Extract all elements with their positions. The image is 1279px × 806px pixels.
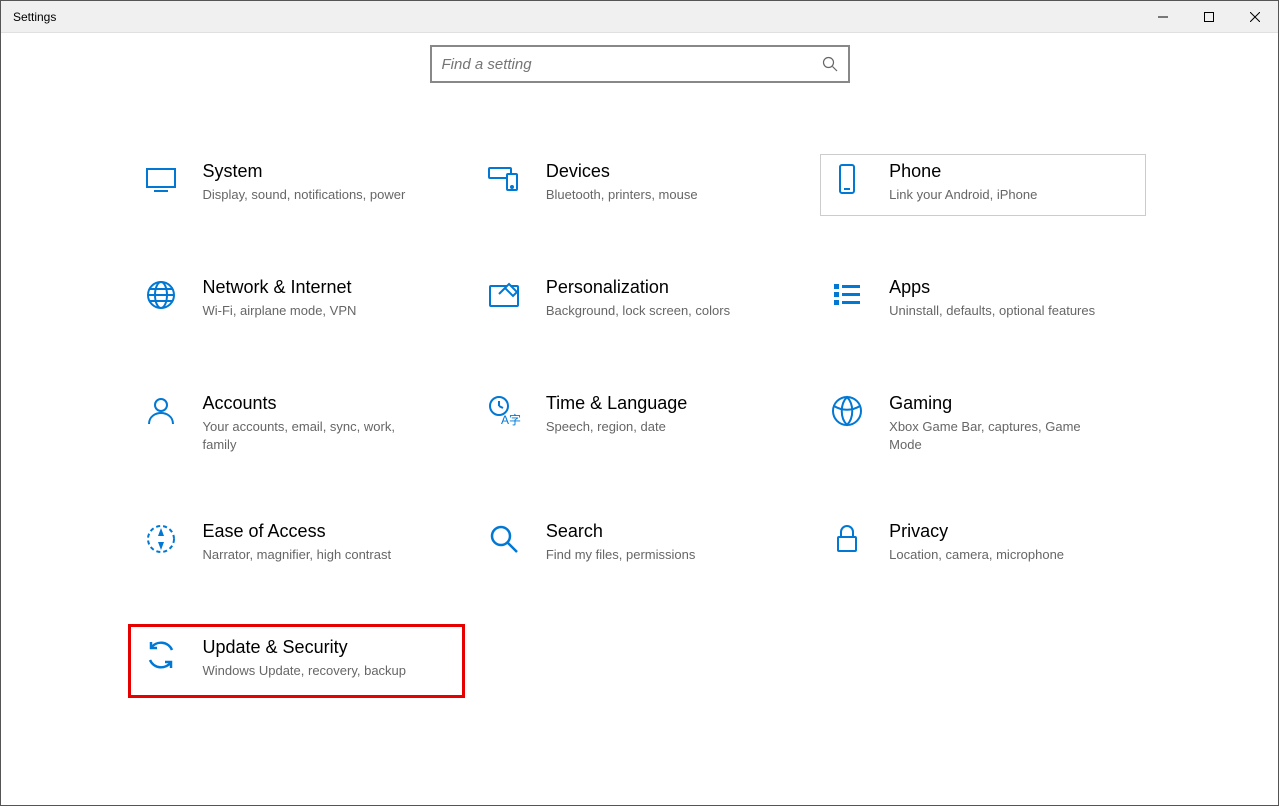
- tile-desc: Display, sound, notifications, power: [203, 186, 406, 204]
- tile-devices[interactable]: Devices Bluetooth, printers, mouse: [478, 155, 801, 215]
- settings-grid: System Display, sound, notifications, po…: [135, 155, 1145, 691]
- tile-title: Accounts: [203, 393, 423, 414]
- search-icon: [822, 56, 838, 72]
- accounts-icon: [143, 393, 179, 429]
- search-input[interactable]: [442, 56, 822, 73]
- tile-desc: Wi-Fi, airplane mode, VPN: [203, 302, 357, 320]
- phone-icon: [829, 161, 865, 197]
- tile-gaming[interactable]: Gaming Xbox Game Bar, captures, Game Mod…: [821, 387, 1144, 459]
- tile-desc: Background, lock screen, colors: [546, 302, 730, 320]
- tile-network[interactable]: Network & Internet Wi-Fi, airplane mode,…: [135, 271, 458, 331]
- tile-desc: Speech, region, date: [546, 418, 687, 436]
- tile-title: System: [203, 161, 406, 182]
- update-icon: [143, 637, 179, 673]
- window-controls: [1140, 1, 1278, 33]
- personalization-icon: [486, 277, 522, 313]
- apps-icon: [829, 277, 865, 313]
- minimize-button[interactable]: [1140, 1, 1186, 33]
- tile-title: Devices: [546, 161, 698, 182]
- maximize-button[interactable]: [1186, 1, 1232, 33]
- tile-title: Privacy: [889, 521, 1064, 542]
- tile-time-language[interactable]: A字 Time & Language Speech, region, date: [478, 387, 801, 459]
- titlebar: Settings: [1, 1, 1278, 33]
- time-language-icon: A字: [486, 393, 522, 429]
- svg-text:A字: A字: [501, 412, 521, 427]
- tile-title: Phone: [889, 161, 1037, 182]
- gaming-icon: [829, 393, 865, 429]
- devices-icon: [486, 161, 522, 197]
- tile-title: Gaming: [889, 393, 1109, 414]
- tile-desc: Xbox Game Bar, captures, Game Mode: [889, 418, 1109, 453]
- tile-title: Search: [546, 521, 696, 542]
- close-button[interactable]: [1232, 1, 1278, 33]
- tile-desc: Find my files, permissions: [546, 546, 696, 564]
- tile-search[interactable]: Search Find my files, permissions: [478, 515, 801, 575]
- tile-desc: Your accounts, email, sync, work, family: [203, 418, 423, 453]
- tile-desc: Location, camera, microphone: [889, 546, 1064, 564]
- tile-apps[interactable]: Apps Uninstall, defaults, optional featu…: [821, 271, 1144, 331]
- system-icon: [143, 161, 179, 197]
- tile-ease-of-access[interactable]: Ease of Access Narrator, magnifier, high…: [135, 515, 458, 575]
- tile-personalization[interactable]: Personalization Background, lock screen,…: [478, 271, 801, 331]
- globe-icon: [143, 277, 179, 313]
- tile-desc: Narrator, magnifier, high contrast: [203, 546, 392, 564]
- tile-title: Apps: [889, 277, 1095, 298]
- tile-desc: Bluetooth, printers, mouse: [546, 186, 698, 204]
- tile-phone[interactable]: Phone Link your Android, iPhone: [821, 155, 1144, 215]
- tile-title: Ease of Access: [203, 521, 392, 542]
- tile-title: Network & Internet: [203, 277, 357, 298]
- tile-system[interactable]: System Display, sound, notifications, po…: [135, 155, 458, 215]
- tile-desc: Uninstall, defaults, optional features: [889, 302, 1095, 320]
- tile-accounts[interactable]: Accounts Your accounts, email, sync, wor…: [135, 387, 458, 459]
- window-title: Settings: [13, 10, 56, 24]
- search-box[interactable]: [430, 45, 850, 83]
- tile-desc: Link your Android, iPhone: [889, 186, 1037, 204]
- lock-icon: [829, 521, 865, 557]
- tile-title: Update & Security: [203, 637, 407, 658]
- search-tile-icon: [486, 521, 522, 557]
- tile-title: Personalization: [546, 277, 730, 298]
- ease-of-access-icon: [143, 521, 179, 557]
- tile-privacy[interactable]: Privacy Location, camera, microphone: [821, 515, 1144, 575]
- content-area: System Display, sound, notifications, po…: [1, 33, 1278, 691]
- tile-title: Time & Language: [546, 393, 687, 414]
- tile-desc: Windows Update, recovery, backup: [203, 662, 407, 680]
- tile-update-security[interactable]: Update & Security Windows Update, recove…: [135, 631, 458, 691]
